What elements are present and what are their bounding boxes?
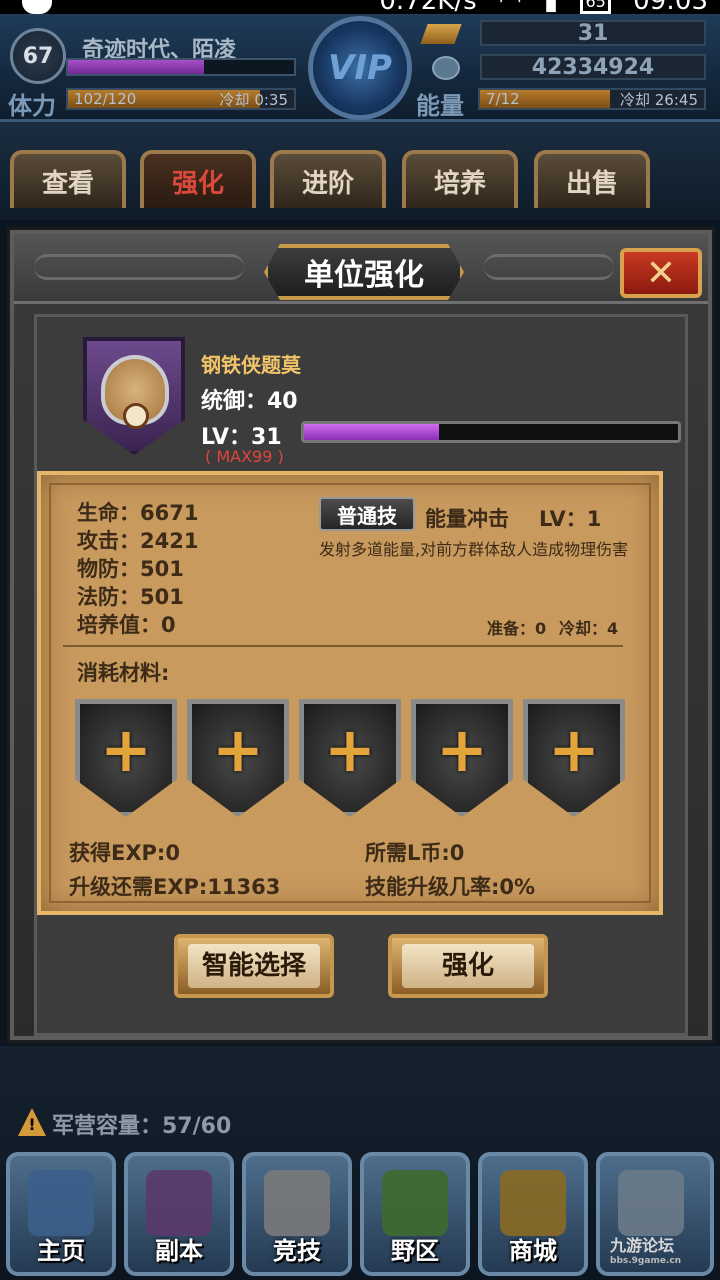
- player-exp-bar: [66, 58, 296, 76]
- skill-level: LV：1: [539, 507, 602, 531]
- stat-train: 培养值：0: [77, 613, 176, 637]
- add-icon: +: [324, 713, 376, 786]
- coin-icon: [432, 56, 460, 80]
- tab-sell[interactable]: 出售: [534, 150, 650, 208]
- sword-icon: [264, 1170, 330, 1236]
- add-icon: +: [548, 713, 600, 786]
- enhance-panel: 生命：6671 攻击：2421 物防：501 法防：501 培养值：0 普通技 …: [37, 471, 663, 915]
- stat-pdef: 物防：501: [77, 557, 184, 581]
- stamina-bar: 102/120 冷却 0:35: [66, 88, 296, 110]
- castle-icon: [28, 1170, 94, 1236]
- add-icon: +: [100, 713, 152, 786]
- tree-icon: [382, 1170, 448, 1236]
- enhance-label: 强化: [402, 944, 534, 988]
- status-bar: 0.72K/s ◠ ▮ 65 09:03: [0, 0, 720, 16]
- auto-select-label: 智能选择: [188, 944, 320, 988]
- tab-train[interactable]: 培养: [402, 150, 518, 208]
- energy-bar: 7/12 冷却 26:45: [478, 88, 706, 110]
- stat-mdef: 法防：501: [77, 585, 184, 609]
- player-exp-fill: [68, 60, 204, 74]
- close-button[interactable]: ✕: [620, 248, 702, 298]
- skill-type-button[interactable]: 普通技: [319, 497, 415, 531]
- feather-icon: [618, 1170, 684, 1236]
- tab-view[interactable]: 查看: [10, 150, 126, 208]
- stat-atk: 攻击：2421: [77, 529, 199, 553]
- skill-name: 能量冲击: [425, 507, 509, 531]
- hero-avatar[interactable]: [83, 337, 185, 455]
- divider: [63, 645, 623, 647]
- skill-prep: 准备：0: [487, 619, 547, 638]
- skill-description: 发射多道能量,对前方群体敌人造成物理伤害: [319, 540, 629, 559]
- hero-command: 统御：40: [201, 389, 298, 414]
- energy-cooldown: 冷却 26:45: [620, 90, 698, 109]
- left-scroll-ornament: [34, 254, 244, 280]
- vip-button[interactable]: VIP: [308, 16, 412, 120]
- hero-max-level: ( MAX99 ): [205, 447, 284, 466]
- right-scroll-ornament: [484, 254, 614, 280]
- need-exp: 升级还需EXP:11363: [69, 875, 281, 899]
- energy-label: 能量: [416, 92, 464, 120]
- energy-value: 7/12: [486, 90, 520, 108]
- stat-hp: 生命：6671: [77, 501, 199, 525]
- watermark-brand: 九游论坛: [610, 1236, 675, 1255]
- helmet-icon: [146, 1170, 212, 1236]
- add-icon: +: [212, 713, 264, 786]
- nav-wild-label: 野区: [391, 1237, 439, 1265]
- dialog-title: 单位强化: [264, 244, 464, 300]
- need-coin: 所需L币:0: [365, 841, 465, 865]
- stamina-value: 102/120: [74, 90, 137, 108]
- nav-wild[interactable]: 野区: [360, 1152, 470, 1276]
- nav-arena-label: 竞技: [273, 1237, 321, 1265]
- add-icon: +: [436, 713, 488, 786]
- tab-advance[interactable]: 进阶: [270, 150, 386, 208]
- player-level-badge[interactable]: 67: [10, 28, 66, 84]
- hero-name: 钢铁侠题莫: [201, 353, 301, 377]
- battery-icon: 65: [580, 0, 611, 14]
- dialog-body: 钢铁侠题莫 统御：40 LV：31 ( MAX99 ) 生命：6671 攻击：2…: [34, 314, 688, 1036]
- nav-home-label: 主页: [37, 1237, 85, 1265]
- materials-label: 消耗材料:: [77, 661, 170, 685]
- skill-cooldown: 冷却：4: [559, 619, 619, 638]
- barracks-capacity: 军营容量：57/60: [52, 1114, 232, 1139]
- watermark-url: bbs.9game.cn: [610, 1256, 682, 1266]
- enhance-button[interactable]: 强化: [388, 934, 548, 998]
- gem-icon: [420, 24, 462, 44]
- stamina-cooldown: 冷却 0:35: [219, 90, 288, 109]
- cloud-icon: [22, 0, 52, 14]
- forum-watermark: 九游论坛 bbs.9game.cn: [610, 1232, 681, 1266]
- skill-upgrade-rate: 技能升级几率:0%: [365, 875, 536, 899]
- enhance-dialog: 单位强化 ✕ 钢铁侠题莫 统御：40 LV：31 ( MAX99 ) 生命：66…: [10, 230, 712, 1040]
- nav-home[interactable]: 主页: [6, 1152, 116, 1276]
- stamina-label: 体力: [8, 92, 56, 120]
- hero-level-fill: [304, 424, 439, 440]
- hero-element-icon: [123, 403, 149, 429]
- hero-level-bar: [301, 421, 681, 443]
- top-hud: 67 奇迹时代、陌凌 VIP 体力 102/120 冷却 0:35 31 423…: [0, 14, 720, 122]
- nav-arena[interactable]: 竞技: [242, 1152, 352, 1276]
- tab-enhance[interactable]: 强化: [140, 150, 256, 208]
- nav-dungeon-label: 副本: [155, 1237, 203, 1265]
- gem-count: 31: [480, 20, 706, 46]
- nav-dungeon[interactable]: 副本: [124, 1152, 234, 1276]
- coin-count: 42334924: [480, 54, 706, 80]
- nav-shop[interactable]: 商城: [478, 1152, 588, 1276]
- gain-exp: 获得EXP:0: [69, 841, 180, 865]
- nav-shop-label: 商城: [509, 1237, 557, 1265]
- gold-bars-icon: [500, 1170, 566, 1236]
- auto-select-button[interactable]: 智能选择: [174, 934, 334, 998]
